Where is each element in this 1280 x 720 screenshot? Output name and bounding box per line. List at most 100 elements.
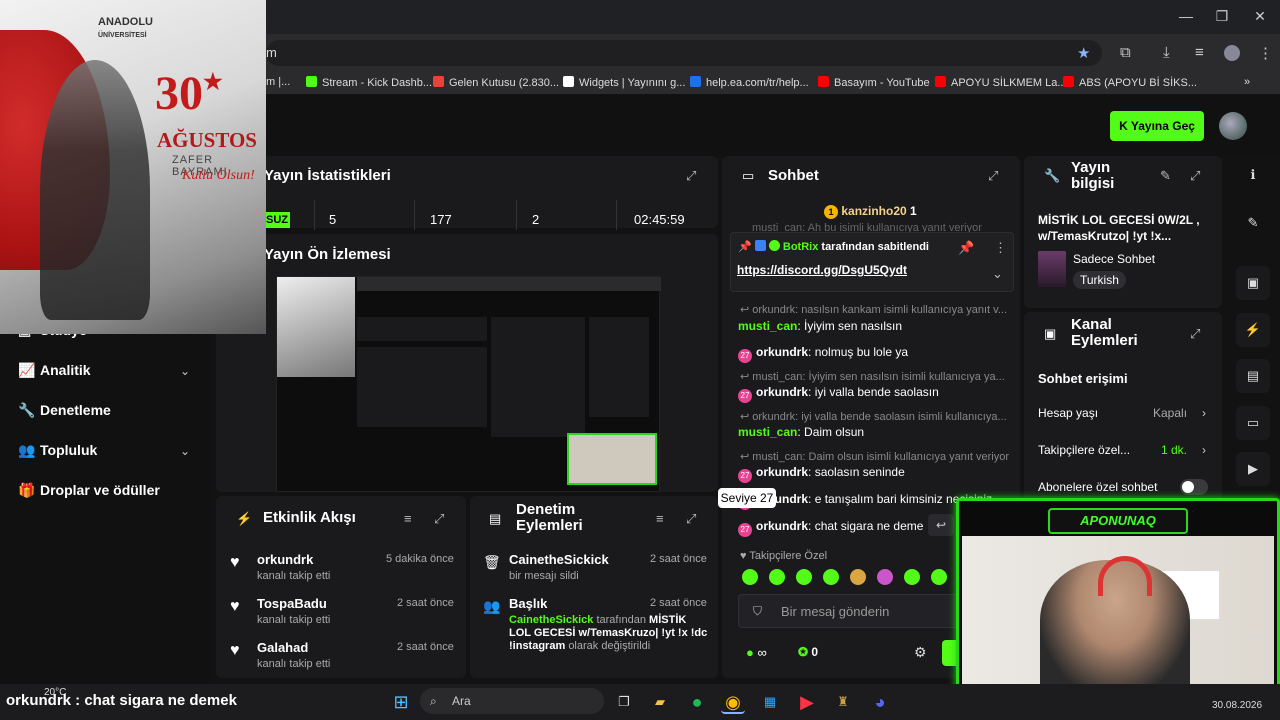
info-icon[interactable]: ℹ xyxy=(1236,158,1270,192)
sidebar-item-analytics[interactable]: 📈 Analitik xyxy=(18,362,91,379)
taskbar-search[interactable]: ⌕ Ara xyxy=(420,688,604,714)
chat-access-heading: Sohbet erişimi xyxy=(1038,371,1128,386)
avatar[interactable] xyxy=(1219,112,1247,140)
play-icon[interactable]: ▶ xyxy=(1236,452,1270,486)
chat-message[interactable]: musti_can: Daim olsun xyxy=(738,425,864,439)
minimize-icon[interactable]: — xyxy=(1176,8,1196,24)
close-icon[interactable]: ✕ xyxy=(1250,8,1270,25)
bookmark-item[interactable]: m |... xyxy=(266,76,290,88)
chat-message[interactable]: 27 orkundrk: saolasın seninde xyxy=(738,465,905,483)
chat-message[interactable]: 27 orkundrk: chat sigara ne deme xyxy=(738,519,928,537)
chevron-down-icon[interactable]: ⌄ xyxy=(180,364,190,378)
category-name[interactable]: Sadece Sohbet xyxy=(1073,252,1155,266)
bookmark-item[interactable]: ABS (APOYU Bİ SİKS... xyxy=(1063,76,1197,89)
media-icon[interactable]: ≡ xyxy=(1195,44,1204,61)
stream-preview[interactable] xyxy=(276,276,661,492)
emote-icon[interactable] xyxy=(904,569,920,585)
pin-icon: 📌 xyxy=(738,241,752,253)
spotify-icon[interactable]: ● xyxy=(685,690,709,714)
date[interactable]: 30.08.2026 xyxy=(1212,700,1262,711)
unpin-icon[interactable]: 📌 xyxy=(958,240,974,256)
subs-only-toggle[interactable] xyxy=(1180,479,1208,495)
edit-icon[interactable]: ✎ xyxy=(1160,168,1171,184)
chat-message[interactable]: 27 orkundrk: nolmuş bu lole ya xyxy=(738,345,908,363)
emote-icon[interactable] xyxy=(742,569,758,585)
settings-gear-icon[interactable]: ⚙ xyxy=(914,644,927,661)
bookmark-item[interactable]: Stream - Kick Dashb... xyxy=(306,76,432,89)
address-bar[interactable]: m xyxy=(266,40,1102,66)
sidebar-item-community[interactable]: 👥 Topluluk xyxy=(18,442,97,459)
category-thumbnail[interactable] xyxy=(1038,251,1066,287)
reply-icon[interactable]: ↩ xyxy=(928,514,954,536)
expand-icon[interactable]: ⤢ xyxy=(988,168,998,184)
sidebar-item-moderation[interactable]: 🔧 Denetleme xyxy=(18,402,111,419)
layout-icon[interactable]: ▣ xyxy=(1236,266,1270,300)
more-icon[interactable]: ⋮ xyxy=(994,240,1007,256)
lightning-icon[interactable]: ⚡ xyxy=(1236,313,1270,347)
emote-icon[interactable] xyxy=(931,569,947,585)
bookmark-item[interactable]: Gelen Kutusu (2.830... xyxy=(433,76,559,89)
mod-user[interactable]: CainetheSickick xyxy=(509,552,609,567)
activity-user[interactable]: TospaBadu xyxy=(257,596,327,611)
pinned-link[interactable]: https://discord.gg/DsgU5Qydt xyxy=(737,263,907,277)
discord-icon[interactable]: ◕ xyxy=(868,690,892,714)
bookmark-item[interactable]: APOYU SİLKMEM La... xyxy=(935,76,1067,89)
emote-icon[interactable] xyxy=(823,569,839,585)
go-live-button[interactable]: K Yayına Geç xyxy=(1110,111,1204,141)
mod-user[interactable]: CainetheSickick xyxy=(509,614,593,626)
sidebar-item-drops[interactable]: 🎁 Droplar ve ödüller xyxy=(18,482,160,499)
profile-icon[interactable] xyxy=(1224,45,1240,61)
folder-icon[interactable]: ▰ xyxy=(648,690,672,714)
bookmark-item[interactable]: Widgets | Yayınını g... xyxy=(563,76,685,89)
mod-time: 2 saat önce xyxy=(650,553,707,565)
task-view-icon[interactable]: ❐ xyxy=(612,690,636,714)
emote-icon[interactable] xyxy=(877,569,893,585)
expand-icon[interactable]: ⤢ xyxy=(686,511,696,527)
filter-icon[interactable]: ≡ xyxy=(404,511,412,526)
download-icon[interactable]: ⤓ xyxy=(1163,44,1170,61)
level-badge[interactable]: 27 xyxy=(738,523,752,537)
chat-message[interactable]: 27 orkundrk: iyi valla bende saolasın xyxy=(738,385,939,403)
expand-icon[interactable]: ⤢ xyxy=(434,511,444,527)
emote-icon[interactable] xyxy=(769,569,785,585)
expand-icon[interactable]: ⤢ xyxy=(686,168,696,184)
setting-followers-only[interactable]: Takipçilere özel... 1 dk. › xyxy=(1038,443,1210,457)
bookmark-item[interactable]: help.ea.com/tr/help... xyxy=(690,76,809,89)
list-icon: ▤ xyxy=(489,511,502,526)
chat-message[interactable]: musti_can: İyiyim sen nasılsın xyxy=(738,319,902,333)
menu-icon[interactable]: ⋮ xyxy=(1258,44,1273,62)
level-badge[interactable]: 27 xyxy=(738,349,752,363)
setting-account-age[interactable]: Hesap yaşı Kapalı › xyxy=(1038,406,1210,420)
kick-coin-icon: ✪ xyxy=(798,645,809,659)
language-tag: Turkish xyxy=(1073,271,1126,289)
emote-icon[interactable] xyxy=(850,569,866,585)
chat-message[interactable]: 27orkundrk: e tanışalım bari kimsiniz ne… xyxy=(738,492,992,510)
youtube-music-icon[interactable]: ▶ xyxy=(795,690,819,714)
chat-input[interactable]: ⛉ Bir mesaj gönderin xyxy=(738,594,960,628)
bookmarks-overflow[interactable]: » xyxy=(1244,76,1250,88)
kick-points[interactable]: ✪ 0 xyxy=(798,645,818,659)
activity-user[interactable]: Galahad xyxy=(257,640,308,655)
game-icon[interactable]: ♜ xyxy=(831,690,855,714)
store-icon[interactable]: ▦ xyxy=(758,690,782,714)
activity-user[interactable]: orkundrk xyxy=(257,552,313,567)
edit-icon[interactable]: ✎ xyxy=(1236,206,1270,240)
bookmark-star-icon[interactable]: ★ xyxy=(1077,44,1090,62)
extensions-icon[interactable]: ⧉ xyxy=(1120,44,1131,61)
maximize-icon[interactable]: ❐ xyxy=(1212,8,1232,25)
points-indicator[interactable]: ● ∞ xyxy=(746,645,767,660)
filter-icon[interactable]: ≡ xyxy=(656,511,664,526)
chevron-down-icon[interactable]: ⌄ xyxy=(992,266,1003,282)
list-icon[interactable]: ▤ xyxy=(1236,359,1270,393)
expand-icon[interactable]: ⤢ xyxy=(1190,168,1200,184)
chrome-icon[interactable]: ◉ xyxy=(721,690,745,714)
chevron-down-icon[interactable]: ⌄ xyxy=(180,444,190,458)
expand-icon[interactable]: ⤢ xyxy=(1190,326,1200,342)
windows-start-icon[interactable]: ⊞ xyxy=(389,690,413,714)
level-badge[interactable]: 27 xyxy=(738,469,752,483)
emote-icon[interactable] xyxy=(796,569,812,585)
top-gifter[interactable]: 1 kanzinho20 1 xyxy=(824,204,917,219)
bookmark-item[interactable]: Basayım - YouTube xyxy=(818,76,930,89)
chat-icon[interactable]: ▭ xyxy=(1236,406,1270,440)
level-badge[interactable]: 27 xyxy=(738,389,752,403)
